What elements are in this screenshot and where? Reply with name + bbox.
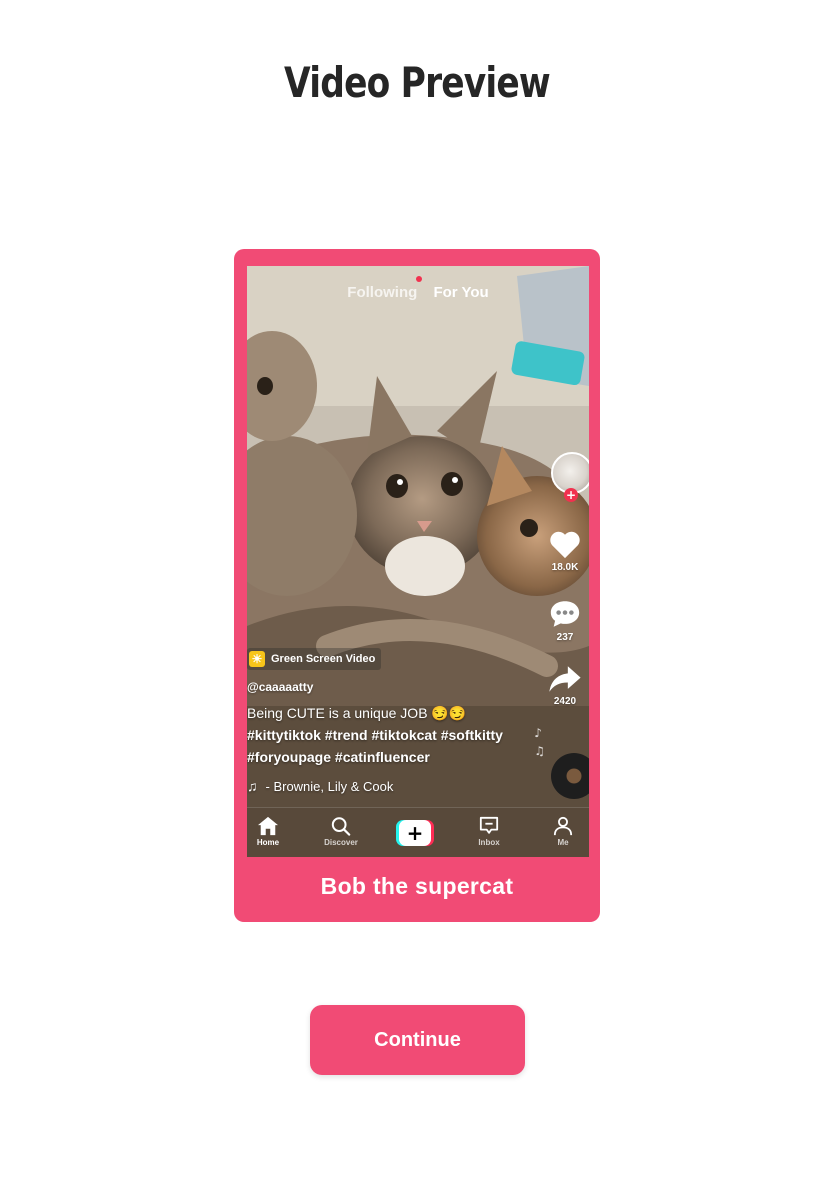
nav-label: Home <box>256 838 280 847</box>
search-icon <box>331 817 351 836</box>
sun-effect-icon: ☀ <box>249 651 265 667</box>
page-title: Video Preview <box>284 58 551 107</box>
comment-button[interactable]: 237 <box>541 598 589 643</box>
tab-following[interactable]: Following <box>347 276 423 301</box>
create-video-button[interactable]: + <box>396 820 434 846</box>
nav-label: Discover <box>324 838 358 847</box>
hashtags-line[interactable]: #kittytiktok #trend #tiktokcat #softkitt… <box>247 724 537 746</box>
feed-tabs: Following For You <box>247 276 589 301</box>
comment-count: 237 <box>556 632 574 643</box>
sound-info[interactable]: ♫ - Brownie, Lily & Cook <box>247 778 393 794</box>
continue-button[interactable]: Continue <box>310 1005 525 1075</box>
hashtags-line[interactable]: #foryoupage #catinfluencer <box>247 746 537 768</box>
like-count: 18.0K <box>551 562 579 573</box>
nav-inbox[interactable]: Inbox <box>459 816 519 847</box>
bottom-navigation: Home Discover + Inbox Me <box>247 807 589 857</box>
kittens-video-frame <box>247 266 589 857</box>
inbox-icon <box>479 816 499 834</box>
heart-icon <box>550 531 580 559</box>
home-icon <box>258 816 278 836</box>
nav-home[interactable]: Home <box>247 816 298 847</box>
comment-icon <box>550 601 580 627</box>
share-arrow-icon <box>549 666 581 692</box>
nav-label: Me <box>557 838 569 847</box>
follow-plus-icon[interactable]: + <box>564 488 578 502</box>
tiktok-video-screen[interactable]: Following For You + 18.0K 237 2420 ♪ ♫ ☀… <box>247 266 589 857</box>
effect-tag[interactable]: ☀ Green Screen Video <box>247 648 382 670</box>
video-title-caption: Bob the supercat <box>320 873 514 899</box>
effect-label: Green Screen Video <box>271 653 376 665</box>
sound-title: - Brownie, Lily & Cook <box>265 779 394 794</box>
nav-me[interactable]: Me <box>533 816 589 847</box>
profile-icon <box>553 816 573 836</box>
tab-for-you[interactable]: For You <box>433 284 488 301</box>
share-button[interactable]: 2420 <box>541 664 589 707</box>
music-note-icon: ♫ <box>247 778 258 794</box>
video-preview-card: Following For You + 18.0K 237 2420 ♪ ♫ ☀… <box>234 249 600 922</box>
share-count: 2420 <box>553 696 577 707</box>
nav-discover[interactable]: Discover <box>311 816 371 847</box>
sound-disc-icon[interactable] <box>551 753 589 799</box>
description-line: Being CUTE is a unique JOB 😏😏 <box>247 705 467 721</box>
creator-username[interactable]: @caaaaatty <box>247 680 313 694</box>
create-plus-icon: + <box>399 820 431 846</box>
like-button[interactable]: 18.0K <box>541 528 589 573</box>
video-description: Being CUTE is a unique JOB 😏😏 #kittytikt… <box>247 702 537 768</box>
nav-label: Inbox <box>478 838 500 847</box>
